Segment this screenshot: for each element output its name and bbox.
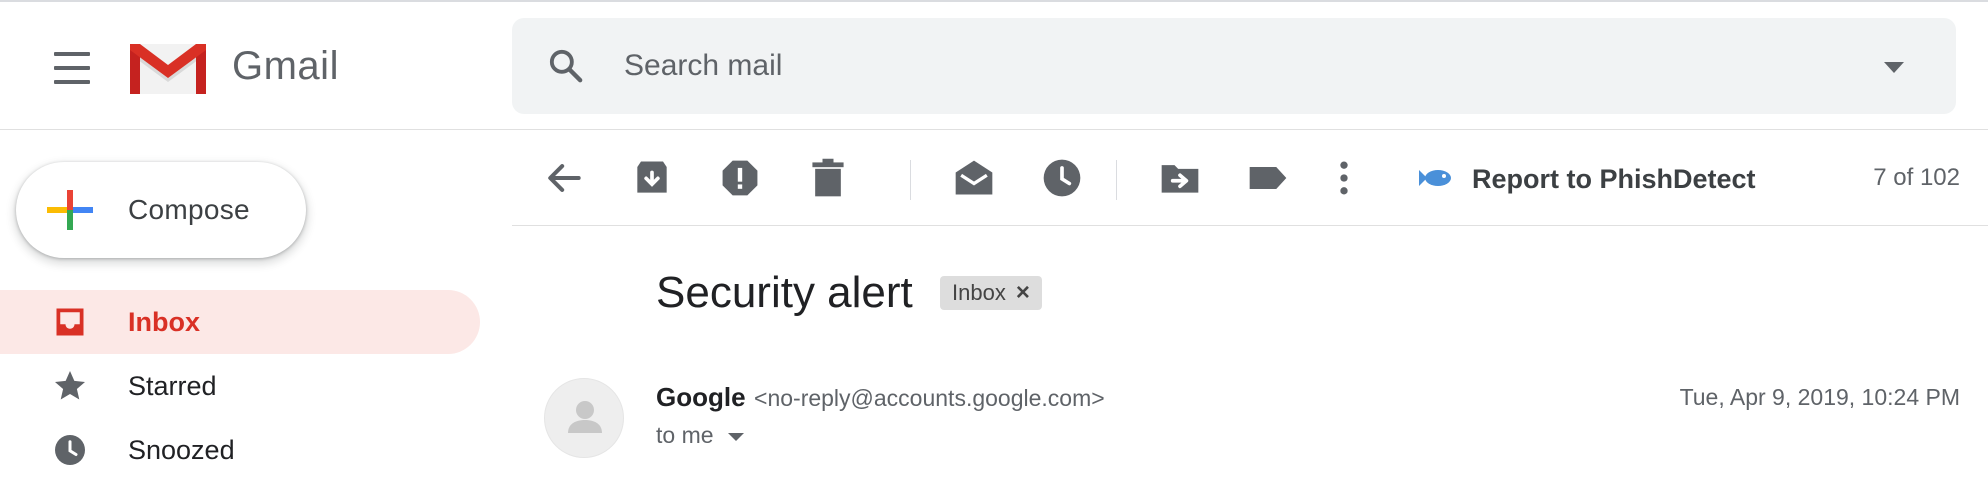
sidebar-item-label: Inbox: [128, 307, 200, 337]
header: Gmail: [0, 2, 1988, 130]
move-to-icon[interactable]: [1158, 156, 1202, 200]
sidebar-item-label: Starred: [128, 371, 217, 401]
gmail-logo-icon[interactable]: [128, 40, 208, 96]
sidebar-item-starred[interactable]: Starred: [0, 354, 480, 418]
recipient-details-toggle[interactable]: to me: [656, 422, 744, 449]
search-options-caret-icon[interactable]: [1874, 56, 1914, 80]
sidebar-item-label: Snoozed: [128, 435, 235, 465]
compose-button[interactable]: Compose: [16, 162, 306, 258]
menu-icon: [54, 52, 90, 56]
message-subject: Security alert: [656, 268, 913, 317]
main-menu-button[interactable]: [44, 46, 100, 90]
inbox-icon: [56, 308, 84, 336]
compose-label: Compose: [128, 194, 250, 225]
clock-icon: [55, 435, 85, 465]
sender-avatar: [544, 378, 624, 458]
archive-icon[interactable]: [630, 156, 674, 200]
sender-name[interactable]: Google: [656, 382, 746, 412]
more-options-icon[interactable]: [1322, 156, 1366, 200]
inbox-label-chip: Inbox ×: [940, 276, 1042, 310]
caret-down-icon: [727, 432, 744, 441]
star-icon: [55, 371, 85, 400]
sender-email: <no-reply@accounts.google.com>: [754, 385, 1105, 411]
person-icon: [568, 401, 602, 433]
label-icon[interactable]: [1246, 156, 1290, 200]
back-arrow-icon[interactable]: [542, 156, 586, 200]
sidebar-item-snoozed[interactable]: Snoozed: [0, 418, 480, 482]
report-phishdetect-label: Report to PhishDetect: [1472, 164, 1756, 194]
search-icon[interactable]: [546, 46, 586, 86]
toolbar-divider: [910, 160, 911, 200]
compose-plus-icon: [47, 190, 93, 230]
message-toolbar: Report to PhishDetect 7 of 102: [512, 130, 1988, 226]
remove-label-icon[interactable]: ×: [1016, 279, 1030, 307]
report-spam-icon[interactable]: [718, 156, 762, 200]
label-chip-text: Inbox: [952, 280, 1006, 305]
search-bar[interactable]: [512, 18, 1956, 114]
snooze-icon[interactable]: [1040, 156, 1084, 200]
search-input[interactable]: [624, 38, 1804, 94]
mark-unread-icon[interactable]: [952, 156, 996, 200]
message-pager: 7 of 102: [1873, 164, 1960, 191]
sidebar-item-inbox[interactable]: Inbox: [0, 290, 480, 354]
delete-icon[interactable]: [806, 156, 850, 200]
sender-line: Google <no-reply@accounts.google.com>: [656, 382, 1105, 413]
fish-icon: [1419, 170, 1451, 186]
toolbar-divider: [1116, 160, 1117, 200]
recipient-label: to me: [656, 422, 714, 448]
message-date: Tue, Apr 9, 2019, 10:24 PM: [1679, 384, 1960, 410]
app-name: Gmail: [232, 44, 339, 88]
